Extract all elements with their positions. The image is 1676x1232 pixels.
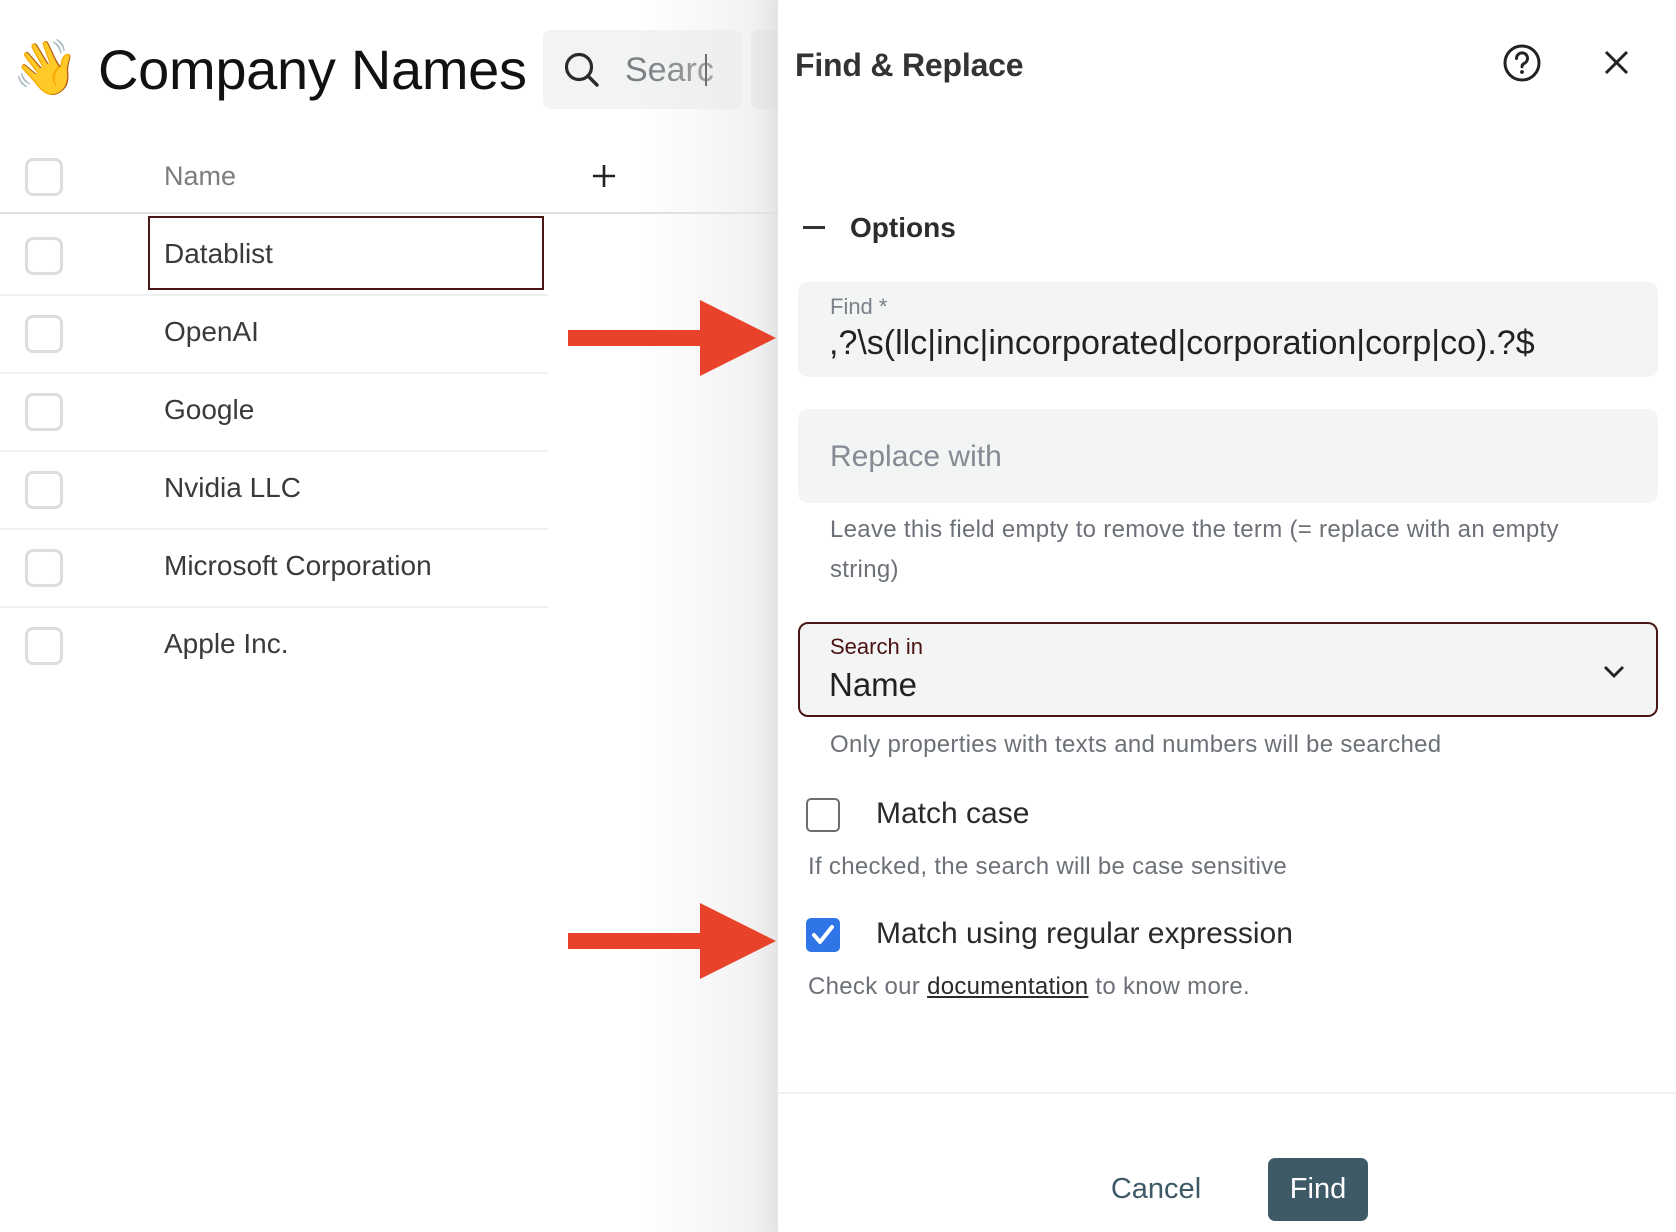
page-title: Company Names <box>98 38 527 101</box>
regex-helper: Check our documentation to know more. <box>808 970 1250 1004</box>
documentation-link[interactable]: documentation <box>927 973 1088 1000</box>
close-icon[interactable] <box>1598 45 1634 81</box>
waving-hand-icon: 👋 <box>12 38 80 98</box>
company-names-page: 👋 Company Names Searc Name Datablist Ope… <box>0 0 791 1232</box>
chevron-down-icon[interactable] <box>1600 658 1628 686</box>
arrow-shape <box>568 300 776 376</box>
annotation-arrow-find <box>568 300 776 376</box>
find-button[interactable]: Find <box>1268 1158 1368 1221</box>
search-in-value: Name <box>829 666 918 703</box>
add-column-plus-icon[interactable] <box>588 155 620 197</box>
replace-field[interactable]: Replace with <box>798 409 1658 503</box>
annotation-arrow-regex <box>568 903 776 979</box>
replace-input[interactable]: Replace with <box>830 437 1002 477</box>
find-field[interactable]: Find * ,?\s(llc|inc|incorporated|corpora… <box>798 282 1658 377</box>
column-header-name[interactable]: Name <box>164 158 236 194</box>
cell-name[interactable]: Apple Inc. <box>164 626 289 662</box>
select-all-checkbox[interactable] <box>25 158 63 196</box>
row-checkbox[interactable] <box>25 393 63 431</box>
row-checkbox[interactable] <box>25 237 63 275</box>
options-section-toggle[interactable]: Options <box>850 210 956 246</box>
find-replace-panel: Find & Replace Options Find * ,?\s(llc|i… <box>778 0 1676 1232</box>
regex-checkbox[interactable] <box>806 918 840 952</box>
cancel-button[interactable]: Cancel <box>1096 1158 1216 1221</box>
match-case-label[interactable]: Match case <box>876 794 1029 834</box>
search-in-select[interactable]: Search in Name <box>798 622 1658 717</box>
collapse-minus-icon[interactable] <box>803 226 825 229</box>
help-circle-icon[interactable] <box>1502 43 1542 83</box>
table-row[interactable]: Nvidia LLC <box>0 450 548 530</box>
table-row[interactable]: Datablist <box>0 216 548 296</box>
search-placeholder: Searc <box>625 51 714 89</box>
regex-helper-suffix: to know more. <box>1088 973 1251 1000</box>
table-row[interactable]: OpenAI <box>0 294 548 374</box>
search-in-helper-text: Only properties with texts and numbers w… <box>830 731 1442 758</box>
row-checkbox[interactable] <box>25 471 63 509</box>
search-in-label: Search in <box>830 634 923 659</box>
table-row[interactable]: Microsoft Corporation <box>0 528 548 608</box>
row-checkbox[interactable] <box>25 549 63 587</box>
panel-title: Find & Replace <box>795 47 1024 83</box>
checkmark-icon <box>812 925 834 944</box>
table-row[interactable]: Google <box>0 372 548 452</box>
table-row[interactable]: Apple Inc. <box>0 606 548 684</box>
arrow-shape <box>568 903 776 979</box>
match-case-checkbox[interactable] <box>806 798 840 832</box>
cell-name[interactable]: Microsoft Corporation <box>164 548 432 584</box>
cell-name[interactable]: Datablist <box>164 236 273 272</box>
cell-name[interactable]: Google <box>164 392 254 428</box>
row-checkbox[interactable] <box>25 627 63 665</box>
match-case-helper: If checked, the search will be case sens… <box>808 853 1288 880</box>
cell-name[interactable]: OpenAI <box>164 314 259 350</box>
text-caret <box>705 54 707 86</box>
regex-label[interactable]: Match using regular expression <box>876 914 1293 954</box>
overlay-shadow <box>640 0 778 1232</box>
row-checkbox[interactable] <box>25 315 63 353</box>
search-icon <box>564 52 599 87</box>
cell-name[interactable]: Nvidia LLC <box>164 470 301 506</box>
header-divider <box>0 212 778 214</box>
replace-helper-text: Leave this field empty to remove the ter… <box>830 516 1559 583</box>
footer-divider <box>778 1092 1676 1094</box>
find-label: Find * <box>830 294 888 319</box>
regex-helper-prefix: Check our <box>808 973 928 1000</box>
find-input[interactable]: ,?\s(llc|inc|incorporated|corporation|co… <box>829 320 1535 366</box>
search-input[interactable]: Searc <box>543 30 742 109</box>
